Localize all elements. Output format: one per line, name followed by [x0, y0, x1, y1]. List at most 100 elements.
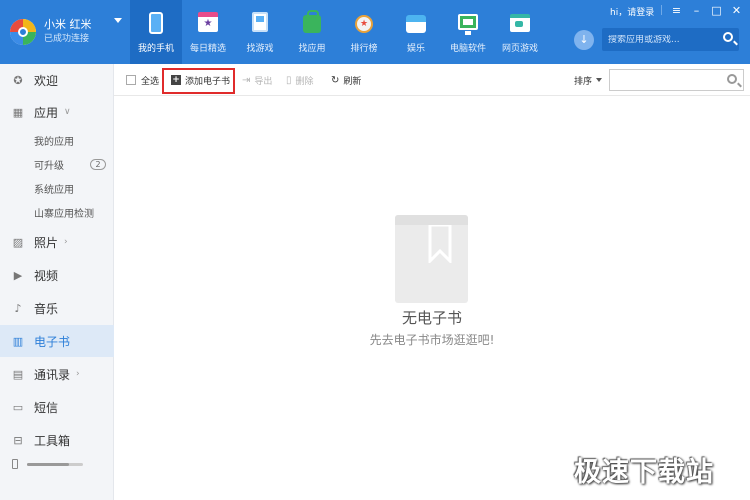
sidebar: ✪ 欢迎 ▦ 应用 ∨ 我的应用 可升级 2 系统应用 山寨应用检测 ▨ 照片 … [0, 64, 114, 500]
sort-dropdown[interactable]: 排序 [574, 64, 603, 96]
tab-daily-picks[interactable]: ★ 每日精选 [182, 0, 234, 64]
tab-label: 电脑软件 [449, 44, 486, 54]
video-icon: ▶ [13, 268, 23, 282]
list-search-box [609, 69, 744, 91]
watermark: 极速下载站 [574, 457, 714, 488]
top-search-input[interactable] [608, 34, 716, 45]
web-game-icon [510, 12, 530, 34]
caret-down-icon [596, 78, 603, 82]
device-name: 小米 红米 [44, 18, 92, 31]
sidebar-item-my-apps[interactable]: 我的应用 [0, 128, 114, 152]
sidebar-item-label: 我的应用 [34, 136, 74, 148]
storage-indicator [12, 459, 83, 469]
sidebar-item-label: 视频 [34, 268, 59, 283]
tab-label: 排行榜 [350, 44, 378, 54]
app-logo-icon [10, 19, 36, 45]
select-all-checkbox[interactable]: 全选 [126, 64, 159, 96]
sidebar-item-upgradable[interactable]: 可升级 2 [0, 152, 114, 176]
welcome-icon: ✪ [13, 73, 23, 87]
download-icon[interactable]: ↓ [574, 30, 594, 50]
sidebar-item-contacts[interactable]: ▤ 通讯录 › [0, 358, 114, 390]
sidebar-item-label: 应用 [34, 105, 59, 120]
sidebar-item-fake-app-check[interactable]: 山寨应用检测 [0, 200, 114, 224]
window-controls: ≡ – □ ✕ [661, 4, 742, 17]
phone-icon [12, 459, 18, 469]
bookmark-icon [428, 225, 452, 263]
tab-find-games[interactable]: 找游戏 [234, 0, 286, 64]
medal-icon: ★ [354, 12, 374, 34]
tab-pc-software[interactable]: 电脑软件 [442, 0, 494, 64]
phone-icon [146, 12, 166, 34]
checkbox-icon [126, 75, 136, 85]
entertainment-icon [406, 12, 426, 34]
export-icon: ⇥ [242, 74, 251, 86]
sidebar-item-apps[interactable]: ▦ 应用 ∨ [0, 96, 114, 128]
music-note-icon: ♪ [14, 301, 22, 315]
sidebar-item-label: 照片 [34, 235, 59, 250]
tab-find-apps[interactable]: 找应用 [286, 0, 338, 64]
login-link[interactable]: hi，请登录 [610, 5, 654, 18]
sidebar-item-label: 欢迎 [34, 73, 59, 88]
tab-label: 每日精选 [189, 44, 226, 54]
sidebar-item-ebooks[interactable]: ▥ 电子书 [0, 325, 114, 357]
sidebar-item-label: 工具箱 [34, 433, 71, 448]
close-icon[interactable]: ✕ [731, 4, 742, 17]
storage-bar [27, 462, 83, 466]
minimize-icon[interactable]: – [691, 4, 702, 17]
device-info: 小米 红米 已成功连接 [44, 17, 92, 47]
sidebar-item-label: 电子书 [34, 334, 71, 349]
device-switcher[interactable]: 小米 红米 已成功连接 [0, 0, 130, 64]
sidebar-item-label: 可升级 [34, 160, 64, 172]
tab-my-phone[interactable]: 我的手机 [130, 0, 182, 64]
empty-subtitle[interactable]: 先去电子书市场逛逛吧! [355, 331, 509, 348]
tab-rankings[interactable]: ★ 排行榜 [338, 0, 390, 64]
gamepad-icon [250, 12, 270, 34]
sidebar-item-welcome[interactable]: ✪ 欢迎 [0, 64, 114, 96]
grid-icon: ▦ [12, 105, 24, 119]
empty-title: 无电子书 [401, 309, 462, 327]
list-search-input[interactable] [614, 70, 724, 90]
top-search-box [602, 28, 739, 51]
chevron-right-icon: › [76, 369, 80, 379]
header-right: hi，请登录 ≡ – □ ✕ ↓ [572, 0, 750, 64]
contacts-icon: ▤ [12, 367, 24, 381]
tab-label: 我的手机 [137, 44, 174, 54]
tab-label: 找游戏 [246, 44, 274, 54]
menu-icon[interactable]: ≡ [671, 4, 682, 17]
device-status: 已成功连接 [44, 34, 90, 44]
delete-label: 删除 [295, 76, 314, 87]
sidebar-item-label: 系统应用 [34, 184, 74, 196]
shopping-bag-icon [302, 10, 322, 34]
refresh-icon: ↻ [331, 74, 340, 86]
refresh-button[interactable]: ↻ 刷新 [331, 64, 361, 96]
tab-web-games[interactable]: 网页游戏 [494, 0, 546, 64]
export-button[interactable]: ⇥ 导出 [242, 64, 272, 96]
sidebar-item-videos[interactable]: ▶ 视频 [0, 259, 114, 291]
sidebar-item-music[interactable]: ♪ 音乐 [0, 292, 114, 324]
sidebar-item-sms[interactable]: ▭ 短信 [0, 391, 114, 423]
chevron-down-icon[interactable] [114, 18, 122, 23]
empty-book-icon [395, 215, 468, 303]
message-icon: ▭ [12, 400, 24, 414]
toolbar: 全选 + 添加电子书 ⇥ 导出 ▯ 删除 ↻ 刷新 排序 [114, 64, 750, 96]
main-nav: 我的手机 ★ 每日精选 找游戏 找应用 ★ 排行榜 娱乐 电脑软件 网页游戏 [130, 0, 546, 64]
search-icon[interactable] [727, 74, 737, 84]
tab-entertainment[interactable]: 娱乐 [390, 0, 442, 64]
sidebar-item-label: 音乐 [34, 301, 59, 316]
sidebar-item-toolbox[interactable]: ⊟ 工具箱 [0, 424, 114, 456]
sidebar-item-system-apps[interactable]: 系统应用 [0, 176, 114, 200]
refresh-label: 刷新 [343, 76, 362, 87]
select-all-label: 全选 [141, 76, 160, 87]
sidebar-item-label: 通讯录 [34, 367, 71, 382]
trash-icon: ▯ [286, 74, 292, 86]
count-badge: 2 [90, 158, 106, 170]
image-icon: ▨ [12, 235, 24, 249]
sidebar-item-label: 短信 [34, 400, 59, 415]
chevron-right-icon: › [64, 237, 68, 247]
search-icon[interactable] [723, 32, 733, 42]
sort-label: 排序 [574, 76, 593, 87]
delete-button[interactable]: ▯ 删除 [286, 64, 314, 96]
maximize-icon[interactable]: □ [711, 4, 722, 17]
sidebar-item-photos[interactable]: ▨ 照片 › [0, 226, 114, 258]
highlight-box [162, 68, 235, 94]
